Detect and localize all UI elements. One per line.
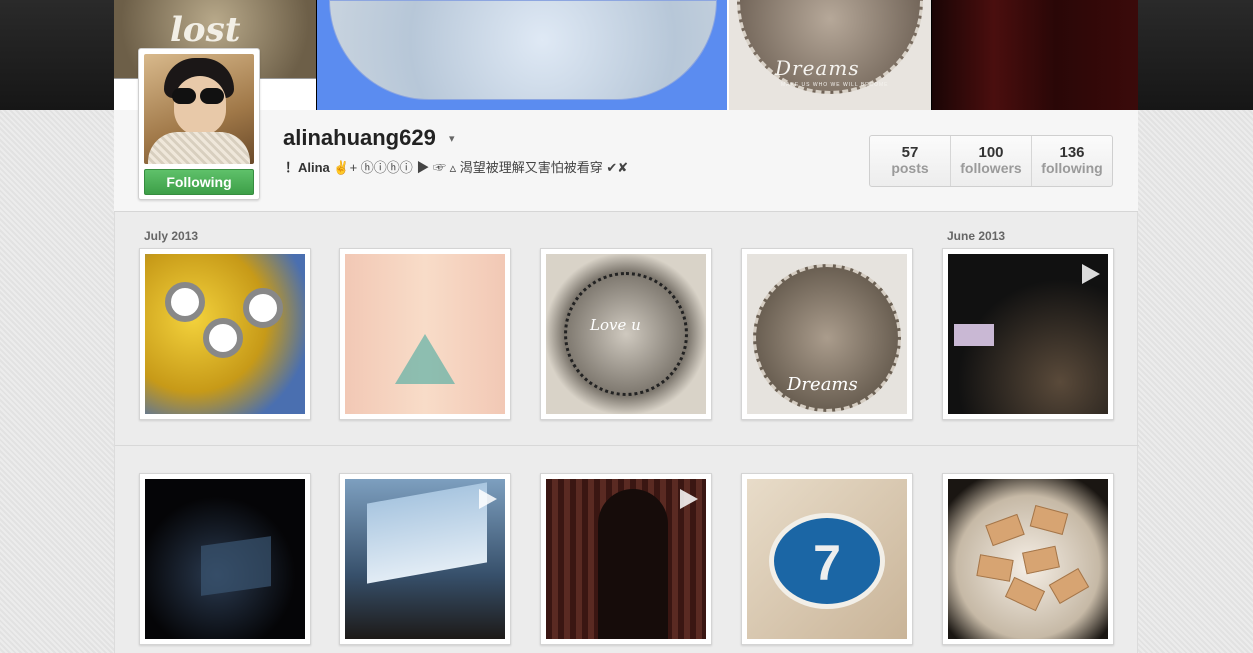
play-icon (479, 489, 497, 509)
bio-name: ！Alina (285, 160, 330, 175)
cover-tile-1-text: lost (170, 10, 241, 50)
photo-image (345, 254, 505, 414)
photo-image (948, 479, 1108, 639)
cover-tile-3-subtext: MAKE US WHO WE WILL BECOME (781, 82, 889, 88)
video-image (948, 254, 1108, 414)
stat-following-label: following (1041, 160, 1103, 176)
following-button[interactable]: Following (144, 169, 254, 195)
photo-image (145, 479, 305, 639)
stat-following[interactable]: 136 following (1032, 136, 1112, 186)
photo-cracker (1004, 576, 1046, 612)
photo-overlay-text: Love u (590, 316, 641, 334)
chevron-down-icon[interactable]: ▾ (449, 132, 455, 145)
video-thumbnail[interactable] (942, 248, 1114, 420)
video-image (345, 479, 505, 639)
stat-posts-value: 57 (901, 144, 919, 161)
photo-thumbnail[interactable]: Dreams (741, 248, 913, 420)
video-thumbnail[interactable] (339, 473, 511, 645)
photo-image (145, 254, 305, 414)
avatar[interactable] (144, 54, 254, 164)
username[interactable]: alinahuang629 (283, 125, 436, 151)
photo-thumbnail[interactable] (942, 473, 1114, 645)
stat-following-value: 136 (1059, 144, 1085, 161)
avatar-sunglasses (172, 88, 228, 104)
photo-cracker (1029, 504, 1069, 536)
minion-eye (203, 318, 243, 358)
stat-followers[interactable]: 100 followers (951, 136, 1032, 186)
stat-posts[interactable]: 57 posts (870, 136, 951, 186)
cover-tile-3[interactable]: Dreams MAKE US WHO WE WILL BECOME (727, 0, 932, 110)
video-thumbnail[interactable] (540, 473, 712, 645)
avatar-face (174, 76, 226, 136)
cover-photo-strip: lost Dreams MAKE US WHO WE WILL BECOME (114, 0, 1138, 110)
row-divider (115, 445, 1139, 446)
photo-screen (201, 536, 271, 596)
photo-ring (564, 272, 688, 396)
photo-image: Dreams (747, 254, 907, 414)
bio: ！Alina ✌+ ⓗⓘⓗⓘ ▶ ☞ ▵ 渴望被理解又害怕被看穿 ✔✘ (285, 157, 628, 176)
minion-eye (165, 282, 205, 322)
photo-cracker (1022, 545, 1060, 575)
cover-tile-2-image (329, 0, 717, 100)
profile-stats: 57 posts 100 followers 136 following (869, 135, 1113, 187)
photo-overlay-text: Dreams (787, 374, 858, 395)
photo-thumbnail[interactable]: 7 (741, 473, 913, 645)
cover-tile-3-text: Dreams (775, 56, 860, 80)
photo-cracker (985, 513, 1025, 547)
photo-thumbnail[interactable] (139, 248, 311, 420)
photo-feed: July 2013 June 2013 Love u Dreams 7 (114, 212, 1139, 653)
photo-triangle-overlay (395, 334, 455, 384)
photo-cracker (1048, 567, 1090, 605)
video-image (546, 479, 706, 639)
minion-eye (243, 288, 283, 328)
photo-thumbnail[interactable]: Love u (540, 248, 712, 420)
avatar-sweater (148, 132, 250, 164)
photo-screen (367, 482, 487, 584)
bio-text: ✌+ ⓗⓘⓗⓘ ▶ ☞ ▵ 渴望被理解又害怕被看穿 ✔✘ (329, 160, 629, 175)
photo-image: 7 (747, 479, 907, 639)
stat-followers-value: 100 (978, 144, 1004, 161)
photo-tent (954, 324, 994, 346)
month-label-june: June 2013 (947, 229, 1006, 243)
photo-thumbnail[interactable] (339, 248, 511, 420)
photo-cracker (976, 554, 1014, 582)
profile-header: Following alinahuang629 ▾ ！Alina ✌+ ⓗⓘⓗⓘ… (114, 48, 1138, 212)
play-icon (680, 489, 698, 509)
photo-person (598, 489, 668, 639)
avatar-card: Following (138, 48, 260, 200)
badge-number: 7 (813, 535, 841, 591)
photo-image: Love u (546, 254, 706, 414)
stat-posts-label: posts (891, 160, 929, 176)
photo-badge: 7 (769, 513, 885, 609)
play-icon (1082, 264, 1100, 284)
photo-thumbnail[interactable] (139, 473, 311, 645)
cover-tile-2[interactable] (317, 0, 727, 110)
cover-tile-4[interactable] (932, 0, 1138, 110)
month-label-july: July 2013 (144, 229, 199, 243)
stat-followers-label: followers (960, 160, 1022, 176)
